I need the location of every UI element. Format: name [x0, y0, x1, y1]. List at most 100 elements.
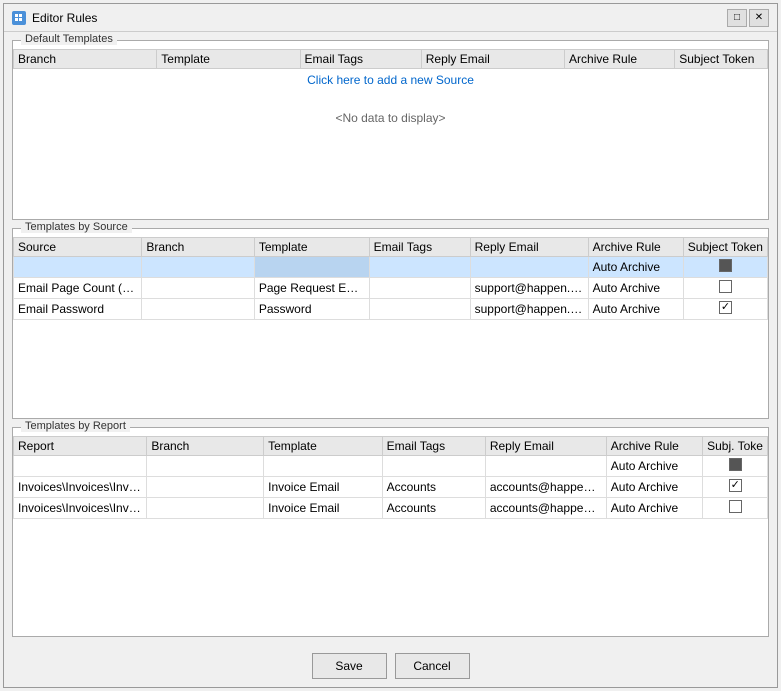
report-subjecttoken-cell [703, 498, 768, 519]
report-cell [14, 456, 147, 477]
source-cell: Email Page Count (Text En [14, 278, 142, 299]
by-source-content: Source Branch Template Email Tags Reply … [13, 237, 768, 418]
report-template-header: Template [264, 437, 383, 456]
branch-cell [142, 278, 255, 299]
report-replyemail-cell: accounts@happen.biz [485, 477, 606, 498]
by-source-header-row: Source Branch Template Email Tags Reply … [14, 238, 768, 257]
save-button[interactable]: Save [312, 653, 387, 679]
default-emailtags-header: Email Tags [300, 50, 421, 69]
subjecttoken-cell [683, 278, 767, 299]
add-source-link[interactable]: Click here to add a new Source [13, 69, 768, 91]
report-replyemail-cell: accounts@happen.biz [485, 498, 606, 519]
branch-cell [142, 257, 255, 278]
source-cell [14, 257, 142, 278]
table-row[interactable]: Auto Archive [14, 456, 768, 477]
default-templates-header-row: Branch Template Email Tags Reply Email A… [14, 50, 768, 69]
report-branch-cell [147, 477, 264, 498]
report-subjecttoken-cell [703, 477, 768, 498]
report-replyemail-header: Reply Email [485, 437, 606, 456]
default-subjecttoken-header: Subject Token [675, 50, 768, 69]
by-report-header-row: Report Branch Template Email Tags Reply … [14, 437, 768, 456]
report-emailtags-header: Email Tags [382, 437, 485, 456]
footer: Save Cancel [4, 645, 777, 687]
source-template-header: Template [254, 238, 369, 257]
report-archiverule-cell: Auto Archive [606, 456, 702, 477]
template-cell: Page Request Email T [254, 278, 369, 299]
checkbox-filled[interactable] [719, 259, 732, 272]
table-row[interactable]: Auto Archive [14, 257, 768, 278]
main-window: Editor Rules □ ✕ Default Templates Branc… [3, 3, 778, 688]
branch-cell [142, 299, 255, 320]
maximize-button[interactable]: □ [727, 9, 747, 27]
close-button[interactable]: ✕ [749, 9, 769, 27]
default-templates-content: Branch Template Email Tags Reply Email A… [13, 49, 768, 219]
report-archiverule-cell: Auto Archive [606, 477, 702, 498]
titlebar-left: Editor Rules [12, 11, 97, 25]
subjecttoken-cell [683, 299, 767, 320]
default-templates-section: Default Templates Branch Template Email … [12, 40, 769, 220]
report-emailtags-cell [382, 456, 485, 477]
default-templates-legend: Default Templates [21, 33, 117, 45]
report-replyemail-cell [485, 456, 606, 477]
replyemail-cell [470, 257, 588, 278]
titlebar: Editor Rules □ ✕ [4, 4, 777, 32]
report-archiverule-header: Archive Rule [606, 437, 702, 456]
report-branch-cell [147, 498, 264, 519]
report-emailtags-cell: Accounts [382, 498, 485, 519]
checkbox-unchecked[interactable] [719, 280, 732, 293]
default-templates-table: Branch Template Email Tags Reply Email A… [13, 49, 768, 69]
by-report-table: Report Branch Template Email Tags Reply … [13, 436, 768, 519]
default-archiverule-header: Archive Rule [565, 50, 675, 69]
emailtags-cell [369, 257, 470, 278]
replyemail-cell: support@happen.biz [470, 299, 588, 320]
no-data-label: <No data to display> [13, 91, 768, 145]
emailtags-cell [369, 278, 470, 299]
source-cell: Email Password [14, 299, 142, 320]
source-archiverule-header: Archive Rule [588, 238, 683, 257]
default-branch-header: Branch [14, 50, 157, 69]
source-header: Source [14, 238, 142, 257]
subjecttoken-cell [683, 257, 767, 278]
report-template-cell: Invoice Email [264, 498, 383, 519]
by-report-content: Report Branch Template Email Tags Reply … [13, 436, 768, 636]
replyemail-cell: support@happen.biz [470, 278, 588, 299]
template-cell [254, 257, 369, 278]
checkbox-filled[interactable] [729, 458, 742, 471]
report-template-cell: Invoice Email [264, 477, 383, 498]
archiverule-cell: Auto Archive [588, 257, 683, 278]
window-title: Editor Rules [32, 11, 97, 25]
by-source-table: Source Branch Template Email Tags Reply … [13, 237, 768, 320]
source-branch-header: Branch [142, 238, 255, 257]
app-icon [12, 11, 26, 25]
report-subjecttoken-header: Subj. Toke [703, 437, 768, 456]
source-subjecttoken-header: Subject Token [683, 238, 767, 257]
source-replyemail-header: Reply Email [470, 238, 588, 257]
by-source-legend: Templates by Source [21, 221, 132, 233]
default-replyemail-header: Reply Email [421, 50, 564, 69]
report-header: Report [14, 437, 147, 456]
archiverule-cell: Auto Archive [588, 278, 683, 299]
default-template-header: Template [157, 50, 300, 69]
report-cell: Invoices\Invoices\InvoiceSe [14, 498, 147, 519]
window-body: Default Templates Branch Template Email … [4, 32, 777, 645]
emailtags-cell [369, 299, 470, 320]
table-row[interactable]: Invoices\Invoices\InvoiceSa Invoice Emai… [14, 477, 768, 498]
checkbox-unchecked[interactable] [729, 500, 742, 513]
report-subjecttoken-cell [703, 456, 768, 477]
templates-by-source-section: Templates by Source Source Branch Templa… [12, 228, 769, 419]
table-row[interactable]: Email Page Count (Text En Page Request E… [14, 278, 768, 299]
archiverule-cell: Auto Archive [588, 299, 683, 320]
report-branch-header: Branch [147, 437, 264, 456]
table-row[interactable]: Invoices\Invoices\InvoiceSe Invoice Emai… [14, 498, 768, 519]
by-source-table-scroll: Source Branch Template Email Tags Reply … [13, 237, 768, 418]
by-report-legend: Templates by Report [21, 420, 130, 432]
report-cell: Invoices\Invoices\InvoiceSa [14, 477, 147, 498]
template-cell: Password [254, 299, 369, 320]
by-report-table-scroll: Report Branch Template Email Tags Reply … [13, 436, 768, 636]
report-archiverule-cell: Auto Archive [606, 498, 702, 519]
table-row[interactable]: Email Password Password support@happen.b… [14, 299, 768, 320]
cancel-button[interactable]: Cancel [395, 653, 470, 679]
checkbox-checked[interactable] [719, 301, 732, 314]
checkbox-checked[interactable] [729, 479, 742, 492]
report-emailtags-cell: Accounts [382, 477, 485, 498]
